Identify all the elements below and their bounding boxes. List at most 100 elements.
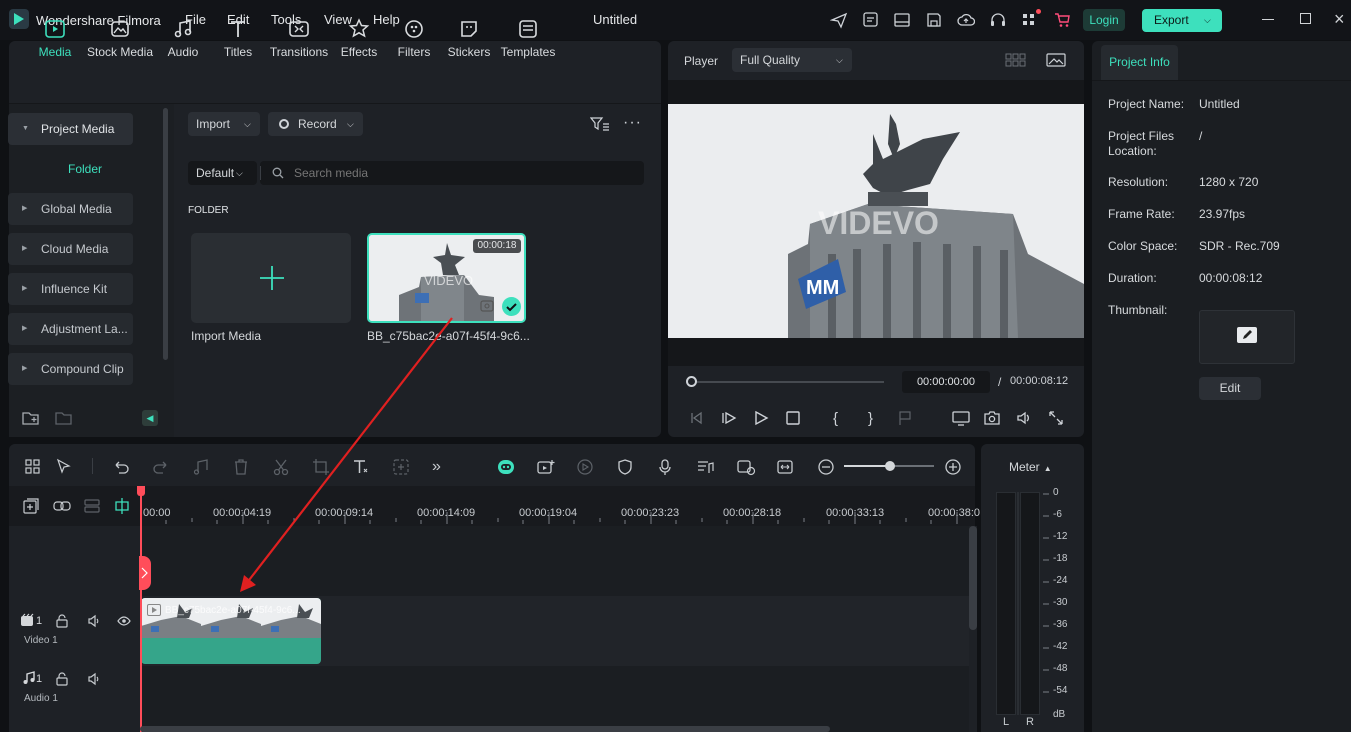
ai-robot-icon[interactable] (496, 458, 514, 476)
undo-icon[interactable] (112, 458, 130, 476)
sidebar-folder[interactable]: Folder (68, 162, 102, 176)
stop-icon[interactable] (785, 410, 801, 426)
timeline-ruler[interactable] (140, 486, 975, 526)
minimize-icon[interactable] (1262, 19, 1274, 20)
send-icon[interactable] (830, 11, 848, 29)
sidebar-item-global-media[interactable]: ▶ Global Media (8, 193, 133, 225)
import-media-tile[interactable] (191, 233, 351, 323)
render-preview-icon[interactable] (736, 458, 756, 476)
record-dropdown[interactable]: Record ⌵ (268, 112, 363, 136)
text-tool-icon[interactable] (352, 458, 370, 476)
camera-snapshot-icon[interactable] (984, 410, 1000, 426)
tab-project-info[interactable]: Project Info (1101, 45, 1178, 80)
save-icon[interactable] (925, 11, 943, 29)
export-button[interactable]: Export ⌵ (1142, 9, 1222, 32)
track-manage-icon[interactable] (83, 497, 101, 515)
cut-scissors-icon[interactable] (272, 458, 290, 476)
tab-media[interactable]: Media (20, 18, 90, 59)
play-icon[interactable] (753, 410, 769, 426)
playhead-handle[interactable] (137, 486, 145, 496)
playhead-marker[interactable] (139, 556, 151, 590)
marker-icon[interactable] (897, 410, 913, 426)
thumbnail-edit-button[interactable]: Edit (1199, 377, 1261, 400)
sidebar-item-project-media[interactable]: ▼ Project Media (8, 113, 133, 145)
playhead[interactable] (140, 486, 142, 732)
close-icon[interactable]: × (1334, 9, 1345, 30)
lock-icon[interactable] (55, 614, 69, 628)
display-settings-icon[interactable] (952, 410, 970, 426)
timeline-video-clip[interactable]: BB_c75bac2e-a07f-45f4-9c6... (141, 598, 321, 664)
headset-icon[interactable] (989, 11, 1007, 29)
microphone-icon[interactable] (656, 458, 674, 476)
progress-handle[interactable] (686, 376, 697, 387)
prev-frame-icon[interactable] (688, 410, 704, 426)
crop-icon[interactable] (312, 458, 330, 476)
snap-magnet-icon[interactable] (113, 497, 131, 515)
eye-icon[interactable] (117, 614, 131, 628)
speaker-icon[interactable] (87, 614, 101, 628)
layout-icon[interactable] (893, 11, 911, 29)
snapshot-image-icon[interactable] (1046, 52, 1066, 68)
sidebar-item-influence-kit[interactable]: ▶ Influence Kit (8, 273, 133, 305)
play-next-frame-icon[interactable] (721, 410, 737, 426)
more-options-icon[interactable]: ··· (623, 114, 642, 132)
link-icon[interactable] (52, 497, 72, 515)
speaker-icon[interactable] (87, 672, 101, 686)
volume-icon[interactable] (1016, 410, 1032, 426)
add-track-icon[interactable] (22, 497, 40, 515)
apps-grid-icon[interactable] (1020, 9, 1041, 29)
sidebar-item-adjustment-layer[interactable]: ▶ Adjustment La... (8, 313, 133, 345)
shield-mask-icon[interactable] (616, 458, 634, 476)
fullscreen-icon[interactable] (1048, 410, 1064, 426)
collapse-sidebar-icon[interactable]: ◀ (142, 410, 158, 426)
filter-sort-icon[interactable] (590, 116, 610, 132)
clip-duration-badge: 00:00:18 (473, 239, 521, 253)
redo-icon[interactable] (152, 458, 170, 476)
zoom-in-icon[interactable] (944, 458, 962, 476)
timeline-vertical-scrollbar[interactable] (969, 526, 977, 630)
cart-icon[interactable] (1053, 11, 1071, 29)
zoom-out-icon[interactable] (817, 458, 835, 476)
cloud-upload-icon[interactable] (957, 11, 975, 29)
video-preview[interactable]: MM VIDEVO (668, 104, 1084, 338)
progress-track[interactable] (697, 381, 884, 383)
projects-icon[interactable] (862, 11, 880, 29)
layout-grid-icon[interactable] (24, 458, 42, 476)
mark-in-icon[interactable]: { (833, 410, 849, 427)
move-folder-icon[interactable] (55, 410, 73, 426)
thumbnail-box[interactable] (1199, 310, 1295, 364)
triangle-right-icon: ▶ (22, 365, 28, 372)
tab-templates[interactable]: Templates (493, 18, 563, 59)
meter-dropdown[interactable]: Meter ▲ (1009, 460, 1052, 474)
fit-timeline-icon[interactable] (776, 458, 794, 476)
new-folder-icon[interactable] (22, 410, 40, 426)
record-icon (279, 119, 289, 129)
display-grid-icon[interactable] (1005, 52, 1027, 68)
select-pointer-icon[interactable] (55, 458, 73, 476)
audio-mixer-icon[interactable] (696, 458, 714, 476)
more-tools-icon[interactable]: » (432, 458, 450, 476)
sidebar-item-compound-clip[interactable]: ▶ Compound Clip (8, 353, 133, 385)
lock-icon[interactable] (55, 672, 69, 686)
auto-reframe-icon[interactable] (536, 458, 555, 476)
search-box[interactable] (260, 161, 644, 185)
mark-out-icon[interactable]: } (868, 410, 884, 427)
sort-dropdown[interactable]: Default ⌵ (188, 161, 257, 185)
zoom-slider-handle[interactable] (885, 461, 895, 471)
sidebar-item-cloud-media[interactable]: ▶ Cloud Media (8, 233, 133, 265)
sidebar-scrollbar[interactable] (163, 108, 168, 360)
audio-edit-icon[interactable] (192, 458, 210, 476)
login-button[interactable]: Login (1083, 9, 1125, 31)
speed-icon[interactable] (576, 458, 594, 476)
timeline-horizontal-scrollbar[interactable] (140, 726, 830, 732)
tab-titles[interactable]: Titles (203, 18, 273, 59)
import-dropdown[interactable]: Import ⌵ (188, 112, 260, 136)
search-input[interactable] (294, 164, 624, 182)
maximize-icon[interactable] (1300, 13, 1311, 24)
current-time[interactable]: 00:00:00:00 (902, 371, 990, 393)
ai-tool-icon[interactable] (392, 458, 410, 476)
tab-stock-media[interactable]: Stock Media (84, 18, 156, 59)
delete-icon[interactable] (232, 458, 250, 476)
media-clip-thumbnail[interactable]: VIDEVO 00:00:18 (367, 233, 526, 323)
quality-dropdown[interactable]: Full Quality ⌵ (732, 48, 852, 72)
